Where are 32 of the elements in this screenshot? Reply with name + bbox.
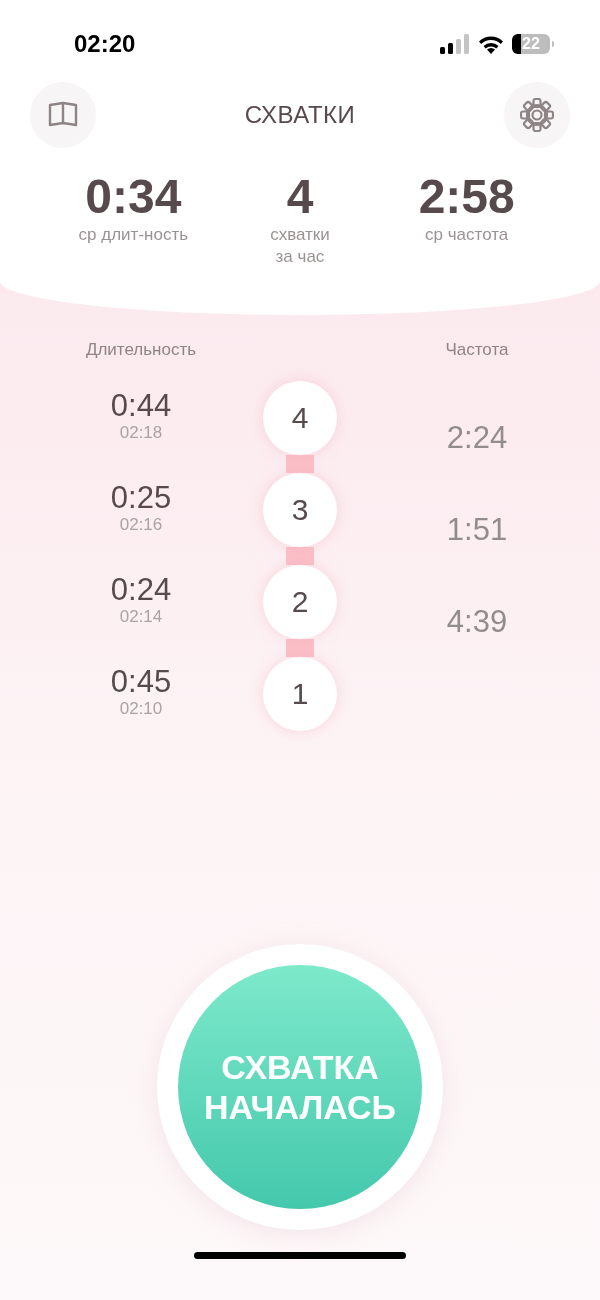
column-heading: Длительность — [85, 339, 197, 361]
connector — [286, 547, 314, 565]
contraction-number[interactable]: 4 — [263, 381, 337, 455]
frequency-value: 4:39 — [446, 605, 508, 639]
settings-icon — [520, 98, 554, 132]
stat-value: 2:58 — [418, 170, 515, 224]
wifi-icon — [478, 34, 504, 54]
start-time: 02:10 — [119, 699, 163, 719]
stat-value: 0:34 — [85, 170, 182, 224]
duration-value: 0:45 — [110, 665, 172, 699]
contraction-number[interactable]: 3 — [263, 473, 337, 547]
duration-value: 0:25 — [110, 481, 172, 515]
stat-label: ср частота — [425, 224, 509, 246]
start-time: 02:16 — [119, 515, 163, 535]
start-time: 02:14 — [119, 607, 163, 627]
stat-label: ср длит-ность — [78, 224, 189, 246]
contraction-number[interactable]: 2 — [263, 565, 337, 639]
frequency-value: 2:24 — [446, 421, 508, 455]
book-icon — [48, 101, 78, 129]
start-time: 02:18 — [119, 423, 163, 443]
stat-value: 4 — [286, 170, 314, 224]
frequency-value: 1:51 — [446, 513, 508, 547]
contraction-number[interactable]: 1 — [263, 657, 337, 731]
clock-time: 02:20 — [74, 30, 136, 58]
duration-value: 0:24 — [110, 573, 172, 607]
screen-title: СХВАТКИ — [244, 101, 356, 129]
signal-icon — [440, 34, 470, 54]
connector — [286, 455, 314, 473]
column-heading: Частота — [444, 339, 510, 361]
stat-label: схватки за час — [270, 224, 330, 268]
connector — [286, 639, 314, 657]
duration-value: 0:44 — [110, 389, 172, 423]
